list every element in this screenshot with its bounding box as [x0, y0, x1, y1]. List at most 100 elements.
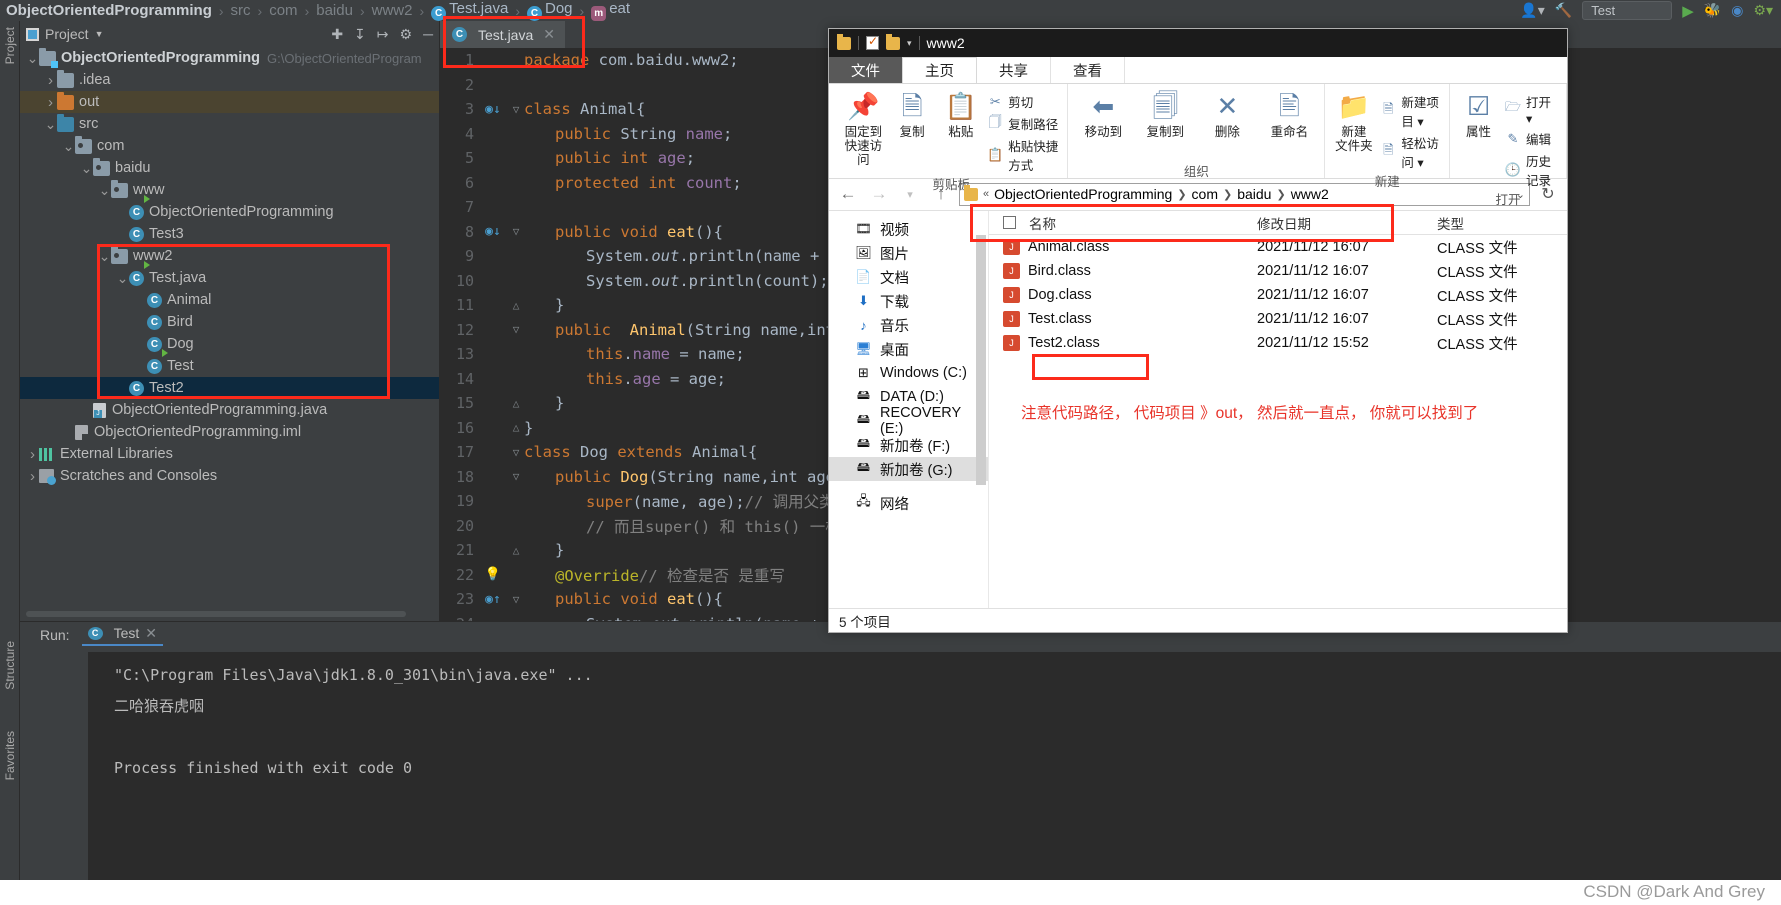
tool-window-project[interactable]: Project	[3, 27, 17, 64]
breadcrumb-item-objectorientedprogramming[interactable]: ObjectOrientedProgramming	[6, 2, 212, 19]
breadcrumb-item-src[interactable]: src	[231, 2, 251, 19]
file-row-0[interactable]: J Animal.class 2021/11/12 16:07 CLASS 文件	[989, 235, 1567, 259]
gutter-run-icon[interactable]: ◉↓	[478, 102, 508, 117]
ribbon-button-copy-icon[interactable]: 🗎 复制	[890, 89, 935, 139]
file-rows[interactable]: J Animal.class 2021/11/12 16:07 CLASS 文件 J Bi…	[989, 235, 1567, 355]
collapse-all-icon[interactable]: ↦	[377, 26, 389, 43]
gutter-run-icon[interactable]: ◉↓	[478, 224, 508, 239]
tree-node-objectorientedprogramming[interactable]: C ObjectOrientedProgramming	[20, 194, 439, 223]
ribbon-button-move-to-icon[interactable]: ⬅ 移动到	[1074, 89, 1132, 139]
nav-item-1[interactable]: 🖼 图片	[829, 241, 988, 265]
breadcrumb-item-dog[interactable]: C Dog	[527, 0, 573, 21]
tree-node-test2[interactable]: C Test2	[20, 377, 439, 399]
tree-node-out[interactable]: › out	[20, 91, 439, 113]
chevron-down-icon[interactable]: ⌄	[98, 183, 111, 197]
address-separator[interactable]: ❯	[1223, 188, 1232, 201]
close-tab-icon[interactable]: ✕	[543, 26, 555, 43]
ribbon-button-new-folder-icon[interactable]: 📁 新建 文件夹	[1331, 89, 1376, 153]
chevron-right-icon[interactable]: ›	[44, 72, 57, 89]
breadcrumb-item-eat[interactable]: m eat	[591, 0, 630, 21]
user-icon[interactable]: 👤▾	[1520, 2, 1544, 19]
chevron-right-icon[interactable]: ›	[44, 94, 57, 111]
chevron-down-icon[interactable]: ▼	[95, 29, 104, 39]
nav-item-3[interactable]: ⬇ 下载	[829, 289, 988, 313]
project-tree[interactable]: ⌄ ObjectOrientedProgramming G:\ObjectOrien…	[20, 47, 439, 603]
tree-node-src[interactable]: ⌄ src	[20, 113, 439, 135]
address-crumb-com[interactable]: com	[1192, 186, 1218, 202]
fold-end-icon[interactable]: △	[508, 299, 524, 312]
nav-item-6[interactable]: ⊞ Windows (C:)	[829, 361, 988, 385]
select-all-checkbox[interactable]	[989, 216, 1029, 229]
ribbon-button-pin-icon[interactable]: 📌 固定到 快速访问	[841, 89, 886, 167]
nav-scrollbar[interactable]	[976, 217, 986, 602]
chevron-down-icon[interactable]: ⌄	[116, 271, 129, 285]
tree-node-test[interactable]: C Test	[20, 348, 439, 377]
chevron-right-icon[interactable]: ›	[26, 468, 39, 485]
chevron-down-icon[interactable]: ⌄	[26, 51, 39, 65]
ribbon-button-history-icon[interactable]: 🕒 历史记录	[1505, 151, 1560, 189]
file-row-1[interactable]: J Bird.class 2021/11/12 16:07 CLASS 文件	[989, 259, 1567, 283]
nav-item-10[interactable]: 🖴 新加卷 (G:)	[829, 457, 988, 481]
project-horizontal-scrollbar[interactable]	[26, 611, 406, 617]
nav-item-2[interactable]: 📄 文档	[829, 265, 988, 289]
fold-expanded-icon[interactable]: ▽	[508, 446, 524, 459]
fold-expanded-icon[interactable]: ▽	[508, 470, 524, 483]
explorer-tab-0[interactable]: 文件	[829, 57, 902, 83]
tree-node-bird[interactable]: C Bird	[20, 311, 439, 333]
file-list[interactable]: 名称 修改日期 类型 J Animal.class 2021/11/12 16:07…	[989, 211, 1567, 608]
breadcrumb-item-baidu[interactable]: baidu	[316, 2, 353, 19]
profile-button[interactable]: ⚙▾	[1753, 2, 1773, 19]
tool-window-favorites[interactable]: Favorites	[3, 731, 17, 780]
chevron-down-icon[interactable]: ⌄	[44, 117, 57, 131]
chevron-right-icon[interactable]: ›	[26, 446, 39, 463]
ribbon-button-edit-icon[interactable]: ✎ 编辑	[1505, 129, 1560, 148]
explorer-tab-2[interactable]: 共享	[977, 57, 1051, 83]
tree-node--idea[interactable]: › .idea	[20, 69, 439, 91]
ribbon-button-copy-to-icon[interactable]: 🗐 复制到	[1136, 89, 1194, 139]
address-crumb-baidu[interactable]: baidu	[1237, 186, 1271, 202]
breadcrumb-item-test-java[interactable]: C Test.java	[431, 0, 508, 21]
address-separator[interactable]: ❯	[1276, 188, 1285, 201]
tree-node-animal[interactable]: C Animal	[20, 289, 439, 311]
debug-button[interactable]: 🐝	[1704, 2, 1721, 19]
properties-quick-icon[interactable]	[866, 34, 879, 50]
run-button[interactable]: ▶	[1682, 2, 1694, 20]
address-crumb-www2[interactable]: www2	[1291, 186, 1329, 202]
tree-node-test-java[interactable]: ⌄ C Test.java	[20, 260, 439, 289]
ribbon-button-scissors-icon[interactable]: ✂ 剪切	[987, 92, 1061, 111]
intention-bulb-icon[interactable]: 💡	[478, 567, 508, 582]
tree-node-www2[interactable]: ⌄ www2	[20, 245, 439, 267]
run-configuration-select[interactable]: Test	[1582, 1, 1673, 20]
nav-item-11[interactable]: 🖧 网络	[829, 491, 988, 515]
fold-end-icon[interactable]: △	[508, 421, 524, 434]
tree-node-objectorientedprogramming[interactable]: ⌄ ObjectOrientedProgramming G:\ObjectOrien…	[20, 47, 439, 69]
ribbon-button-open-icon[interactable]: 🗁 打开 ▾	[1505, 92, 1560, 126]
editor-tab-test-java[interactable]: C Test.java ✕	[440, 21, 565, 48]
build-icon[interactable]: 🔨	[1555, 2, 1572, 19]
column-header-date[interactable]: 修改日期	[1257, 213, 1437, 233]
chevron-down-icon[interactable]: ⌄	[98, 249, 111, 263]
fold-expanded-icon[interactable]: ▽	[508, 103, 524, 116]
tree-node-baidu[interactable]: ⌄ baidu	[20, 157, 439, 179]
address-separator[interactable]: ❯	[1177, 188, 1186, 201]
coverage-button[interactable]: ◉	[1731, 2, 1743, 19]
close-run-tab-icon[interactable]: ✕	[145, 625, 157, 642]
tree-node-www[interactable]: ⌄ www	[20, 179, 439, 201]
tree-node-external-libraries[interactable]: › External Libraries	[20, 443, 439, 465]
breadcrumb-item-com[interactable]: com	[269, 2, 297, 19]
breadcrumb-item-www2[interactable]: www2	[372, 2, 413, 19]
ribbon-button-easy-access-icon[interactable]: 🗎 轻松访问 ▾	[1380, 133, 1443, 171]
explorer-tab-1[interactable]: 主页	[902, 57, 977, 83]
chevron-down-icon[interactable]: ▾	[907, 38, 912, 49]
tree-node-scratches-and-consoles[interactable]: › Scratches and Consoles	[20, 465, 439, 487]
chevron-down-icon[interactable]: ⌄	[62, 139, 75, 153]
column-header-type[interactable]: 类型	[1437, 213, 1567, 233]
ribbon-button-paste-shortcut-icon[interactable]: 📋 粘贴快捷方式	[987, 136, 1061, 174]
settings-gear-icon[interactable]: ⚙	[400, 26, 413, 43]
nav-item-8[interactable]: 🖴 RECOVERY (E:)	[829, 405, 988, 437]
new-folder-quick-icon[interactable]	[886, 33, 900, 50]
ribbon-button-properties-icon[interactable]: ☑ 属性	[1456, 89, 1501, 139]
explorer-tab-3[interactable]: 查看	[1051, 57, 1125, 83]
ribbon-button-copy-path-icon[interactable]: 🗍 复制路径	[987, 114, 1061, 133]
fold-expanded-icon[interactable]: ▽	[508, 225, 524, 238]
